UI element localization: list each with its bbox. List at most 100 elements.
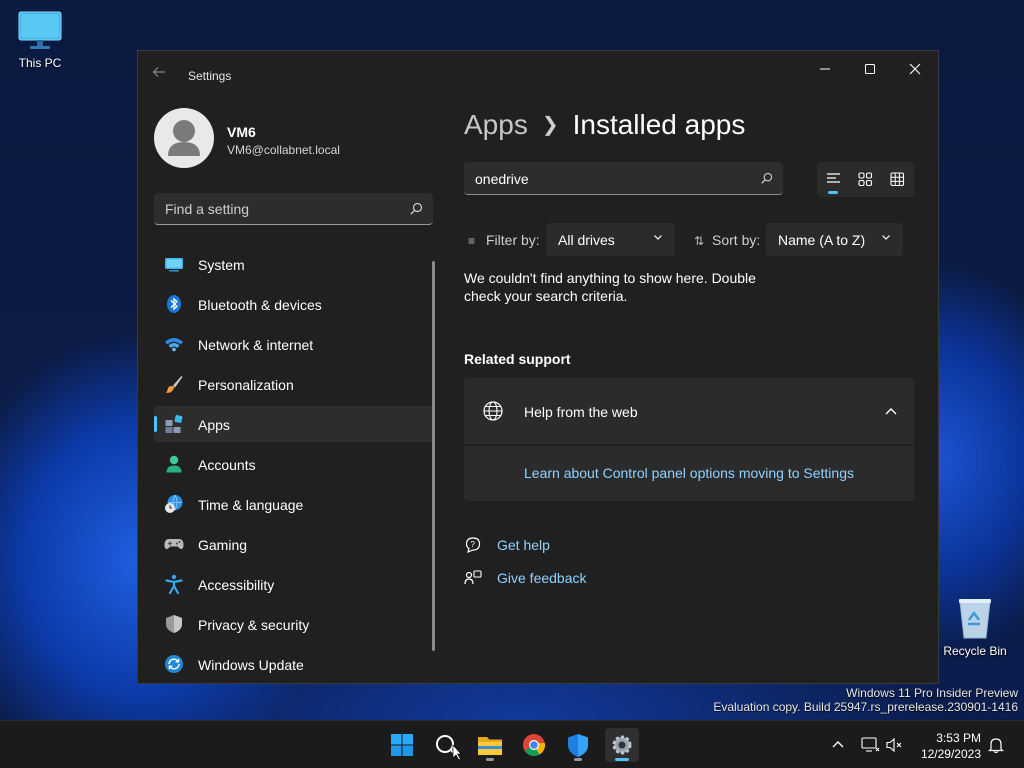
shield-icon bbox=[568, 734, 588, 757]
search-icon[interactable] bbox=[760, 172, 773, 185]
filter-sort-row: ≡ Filter by: All drives ⇅ Sort by: Name (A… bbox=[464, 223, 904, 256]
search-icon bbox=[436, 735, 462, 761]
sidebar-item-label: Windows Update bbox=[198, 657, 304, 673]
find-setting-box[interactable] bbox=[154, 193, 433, 225]
filter-dropdown-value: All drives bbox=[558, 232, 615, 248]
chevron-down-icon bbox=[654, 235, 662, 240]
app-search-input[interactable] bbox=[475, 171, 745, 187]
avatar[interactable] bbox=[154, 108, 214, 168]
shield-icon bbox=[166, 615, 182, 633]
search-icon[interactable] bbox=[409, 202, 423, 216]
control-panel-link[interactable]: Learn about Control panel options moving… bbox=[464, 465, 914, 481]
help-from-web-header[interactable]: Help from the web bbox=[464, 378, 914, 444]
tiles-view-button[interactable] bbox=[857, 171, 874, 187]
person-avatar-icon bbox=[168, 120, 200, 156]
minimize-icon bbox=[820, 68, 830, 70]
sidebar-item-system[interactable]: System bbox=[154, 246, 433, 282]
sidebar-item-accounts[interactable]: Accounts bbox=[154, 446, 433, 482]
chevron-right-icon: ❯ bbox=[541, 114, 559, 136]
sidebar-nav: System Bluetooth & devices Network & int… bbox=[154, 246, 433, 683]
taskbar: 3:53 PM 12/29/2023 bbox=[0, 720, 1024, 768]
watermark-line-1: Windows 11 Pro Insider Preview bbox=[846, 686, 1018, 700]
app-search-box[interactable] bbox=[464, 162, 783, 195]
monitor-icon bbox=[18, 10, 62, 52]
sidebar-item-network-internet[interactable]: Network & internet bbox=[154, 326, 433, 362]
sort-label-text: Sort by: bbox=[712, 232, 761, 248]
find-setting-input[interactable] bbox=[165, 201, 395, 217]
gamepad-icon bbox=[164, 539, 184, 550]
sidebar-item-label: Network & internet bbox=[198, 337, 314, 353]
paintbrush-icon bbox=[165, 376, 183, 393]
sidebar-item-label: Bluetooth & devices bbox=[198, 297, 322, 313]
help-from-web-label: Help from the web bbox=[524, 404, 638, 420]
list-view-button[interactable] bbox=[825, 171, 842, 187]
filter-dropdown[interactable]: All drives bbox=[546, 223, 675, 256]
help-from-web-card: Help from the web Learn about Control pa… bbox=[464, 378, 914, 501]
this-pc-desktop-icon[interactable]: This PC bbox=[0, 10, 80, 70]
sidebar-item-bluetooth-devices[interactable]: Bluetooth & devices bbox=[154, 286, 433, 322]
file-explorer-button[interactable] bbox=[473, 728, 507, 762]
bluetooth-icon bbox=[167, 295, 181, 313]
sort-label: ⇅ Sort by: bbox=[694, 232, 760, 248]
wifi-icon bbox=[165, 338, 183, 352]
maximize-button[interactable] bbox=[855, 59, 885, 79]
settings-taskbar-button[interactable] bbox=[605, 728, 639, 762]
chrome-button[interactable] bbox=[517, 728, 551, 762]
profile-name: VM6 bbox=[227, 124, 256, 140]
sidebar-item-label: Privacy & security bbox=[198, 617, 310, 633]
back-button[interactable] bbox=[152, 65, 172, 85]
update-icon bbox=[165, 655, 183, 673]
settings-window: Settings VM6 VM6@collabnet.local System bbox=[137, 50, 939, 684]
sort-dropdown[interactable]: Name (A to Z) bbox=[766, 223, 903, 256]
sort-icon: ⇅ bbox=[694, 234, 705, 248]
title-bar[interactable]: Settings bbox=[138, 51, 938, 91]
maximize-icon bbox=[865, 64, 875, 74]
volume-muted-icon[interactable] bbox=[884, 735, 904, 755]
clock-globe-icon bbox=[165, 494, 183, 513]
get-help-label: Get help bbox=[497, 537, 550, 553]
help-chat-icon: ? bbox=[465, 537, 481, 554]
empty-results-message: We couldn't find anything to show here. … bbox=[464, 270, 756, 304]
network-icon[interactable] bbox=[860, 735, 880, 755]
close-button[interactable] bbox=[900, 59, 930, 79]
minimize-button[interactable] bbox=[810, 59, 840, 79]
sidebar-item-apps[interactable]: Apps bbox=[154, 406, 433, 442]
gear-icon bbox=[612, 735, 632, 755]
sidebar-item-label: Accessibility bbox=[198, 577, 275, 593]
sidebar-item-gaming[interactable]: Gaming bbox=[154, 526, 433, 562]
chevron-up-icon[interactable] bbox=[884, 406, 898, 416]
accessibility-icon bbox=[165, 574, 183, 594]
sidebar-item-label: Accounts bbox=[198, 457, 256, 473]
chevron-up-icon[interactable] bbox=[828, 735, 848, 755]
sidebar-item-personalization[interactable]: Personalization bbox=[154, 366, 433, 402]
breadcrumb-parent[interactable]: Apps bbox=[464, 109, 528, 140]
chrome-icon bbox=[523, 734, 546, 756]
sidebar-item-label: Gaming bbox=[198, 537, 248, 553]
grid-view-button[interactable] bbox=[889, 171, 906, 187]
system-display-icon bbox=[165, 258, 183, 272]
page-title: Installed apps bbox=[572, 109, 746, 140]
svg-text:?: ? bbox=[471, 540, 476, 549]
globe-icon bbox=[483, 401, 503, 421]
back-arrow-icon bbox=[152, 67, 165, 77]
view-active-indicator bbox=[828, 191, 838, 194]
filter-label: ≡ Filter by: bbox=[468, 232, 540, 248]
notification-bell-icon[interactable] bbox=[987, 736, 1005, 754]
sidebar-item-privacy-security[interactable]: Privacy & security bbox=[154, 606, 433, 642]
recycle-bin-label: Recycle Bin bbox=[943, 644, 1007, 658]
sidebar-item-time-language[interactable]: Time & language bbox=[154, 486, 433, 522]
clock[interactable]: 3:53 PM 12/29/2023 bbox=[921, 730, 981, 762]
sidebar-item-accessibility[interactable]: Accessibility bbox=[154, 566, 433, 602]
sidebar-item-label: Personalization bbox=[198, 377, 294, 393]
start-button[interactable] bbox=[385, 728, 419, 762]
taskbar-search-button[interactable] bbox=[429, 728, 463, 762]
view-mode-toggle bbox=[817, 162, 914, 197]
defender-button[interactable] bbox=[561, 728, 595, 762]
sidebar-scrollbar[interactable] bbox=[432, 261, 435, 651]
grid-view-icon bbox=[890, 172, 905, 187]
recycle-bin-desktop-icon[interactable]: Recycle Bin bbox=[935, 596, 1015, 658]
sidebar-item-windows-update[interactable]: Windows Update bbox=[154, 646, 433, 682]
watermark-line-2: Evaluation copy. Build 25947.rs_prerelea… bbox=[713, 700, 1018, 714]
related-support-heading: Related support bbox=[464, 351, 571, 367]
recycle-bin-icon bbox=[955, 596, 995, 640]
